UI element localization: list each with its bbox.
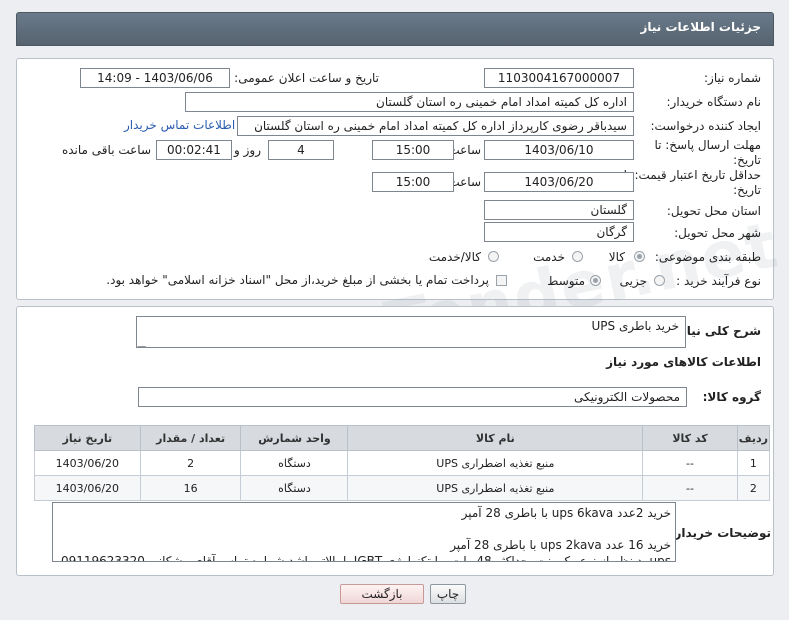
category-service-radio[interactable]: [572, 251, 583, 262]
process-medium-radio[interactable]: [590, 275, 601, 286]
row-unit: دستگاه: [240, 450, 349, 476]
province-label: استان محل تحویل:: [666, 204, 761, 218]
days-field: 4: [268, 140, 334, 160]
row-name: منبع تغذیه اضطراری UPS: [347, 450, 644, 476]
category-service-label: خدمت: [533, 250, 565, 264]
price-validity-label: حداقل تاریخ اعتبار قیمت: تا تاریخ:: [623, 168, 761, 197]
remaining-label: ساعت باقی مانده: [61, 143, 151, 157]
announce-label: تاریخ و ساعت اعلان عمومی:: [234, 71, 379, 85]
category-label: طبقه بندی موضوعی:: [654, 250, 761, 264]
buyer-org-field: اداره کل کمیته امداد امام خمینی ره استان…: [185, 92, 634, 112]
buyer-note-line: upsمد نظر از نوع رکمونت، حداکثر 48 ولت و…: [60, 554, 671, 562]
page-title: جزئیات اطلاعات نیاز: [640, 20, 761, 34]
row-unit: دستگاه: [240, 475, 349, 501]
col-qty: تعداد / مقدار: [139, 425, 242, 451]
row-code: --: [642, 450, 738, 476]
buyer-notes-label: توضیحات خریدار:: [669, 526, 771, 540]
reply-deadline-label: مهلت ارسال پاسخ: تا تاریخ:: [654, 138, 761, 167]
back-button[interactable]: بازگشت: [340, 584, 424, 604]
row-qty: 2: [139, 450, 242, 476]
reply-date-field: 1403/06/10: [484, 140, 634, 160]
creator-field: سیدباقر رضوی کارپرداز اداره کل کمیته امد…: [237, 116, 634, 136]
col-index: ردیف: [736, 425, 771, 451]
remaining-time-field: 00:02:41: [156, 140, 232, 160]
buyer-contact-link[interactable]: اطلاعات تماس خریدار: [124, 118, 235, 132]
reply-time-field: 15:00: [372, 140, 454, 160]
category-goods-service-label: کالا/خدمت: [428, 250, 481, 264]
page-header: جزئیات اطلاعات نیاز: [16, 12, 774, 46]
creator-label: ایجاد کننده درخواست:: [650, 119, 761, 133]
process-label: نوع فرآیند خرید :: [676, 274, 761, 288]
row-code: --: [642, 475, 738, 501]
buyer-note-line: [57, 521, 671, 537]
row-qty: 16: [139, 475, 242, 501]
table-header-row: ردیف کد کالا نام کالا واحد شمارش تعداد /…: [34, 425, 771, 451]
goods-group-field: محصولات الکترونیکی: [138, 387, 687, 407]
process-medium-label: متوسط: [547, 274, 585, 288]
row-index: 2: [736, 475, 771, 501]
treasury-checkbox[interactable]: [496, 275, 507, 286]
col-date: تاریخ نیاز: [34, 425, 141, 451]
validity-time-field: 15:00: [372, 172, 454, 192]
payment-note: پرداخت تمام یا بخشی از مبلغ خرید،از محل …: [106, 273, 489, 287]
row-date: 1403/06/20: [34, 450, 141, 476]
city-field: گرگان: [484, 222, 634, 242]
category-goods-service-radio[interactable]: [488, 251, 499, 262]
buyer-notes-field: خرید 2عدد ups 6kava با باطری 28 آمپر خری…: [52, 502, 676, 562]
announce-field: 1403/06/06 - 14:09: [80, 68, 230, 88]
table-row: 2 -- منبع تغذیه اضطراری UPS دستگاه 16 14…: [34, 475, 771, 501]
print-button[interactable]: چاپ: [430, 584, 466, 604]
col-code: کد کالا: [642, 425, 738, 451]
buyer-org-label: نام دستگاه خریدار:: [666, 95, 762, 109]
buyer-note-line: خرید 16 عدد ups 2kava با باطری 28 آمپر: [450, 538, 671, 552]
buyer-note-line: خرید 2عدد ups 6kava با باطری 28 آمپر: [461, 506, 671, 520]
goods-table: ردیف کد کالا نام کالا واحد شمارش تعداد /…: [34, 425, 771, 501]
row-date: 1403/06/20: [34, 475, 141, 501]
province-field: گلستان: [484, 200, 634, 220]
row-name: منبع تغذیه اضطراری UPS: [347, 475, 644, 501]
need-number-label: شماره نیاز:: [704, 71, 761, 85]
row-index: 1: [736, 450, 771, 476]
col-unit: واحد شمارش: [240, 425, 349, 451]
summary-label: شرح کلی نیاز:: [675, 324, 761, 338]
summary-field: خرید باطری UPS: [136, 316, 686, 348]
city-label: شهر محل تحویل:: [674, 226, 761, 240]
col-name: نام کالا: [347, 425, 644, 451]
goods-group-label: گروه کالا:: [702, 390, 761, 404]
goods-section-title: اطلاعات کالاهای مورد نیاز: [606, 355, 761, 369]
validity-date-field: 1403/06/20: [484, 172, 634, 192]
table-row: 1 -- منبع تغذیه اضطراری UPS دستگاه 2 140…: [34, 450, 771, 476]
process-minor-label: جزیی: [619, 274, 647, 288]
category-goods-label: کالا: [608, 250, 625, 264]
category-goods-radio[interactable]: [634, 251, 645, 262]
process-minor-radio[interactable]: [654, 275, 665, 286]
days-label: روز و: [234, 143, 261, 157]
need-number-field: 1103004167000007: [484, 68, 634, 88]
